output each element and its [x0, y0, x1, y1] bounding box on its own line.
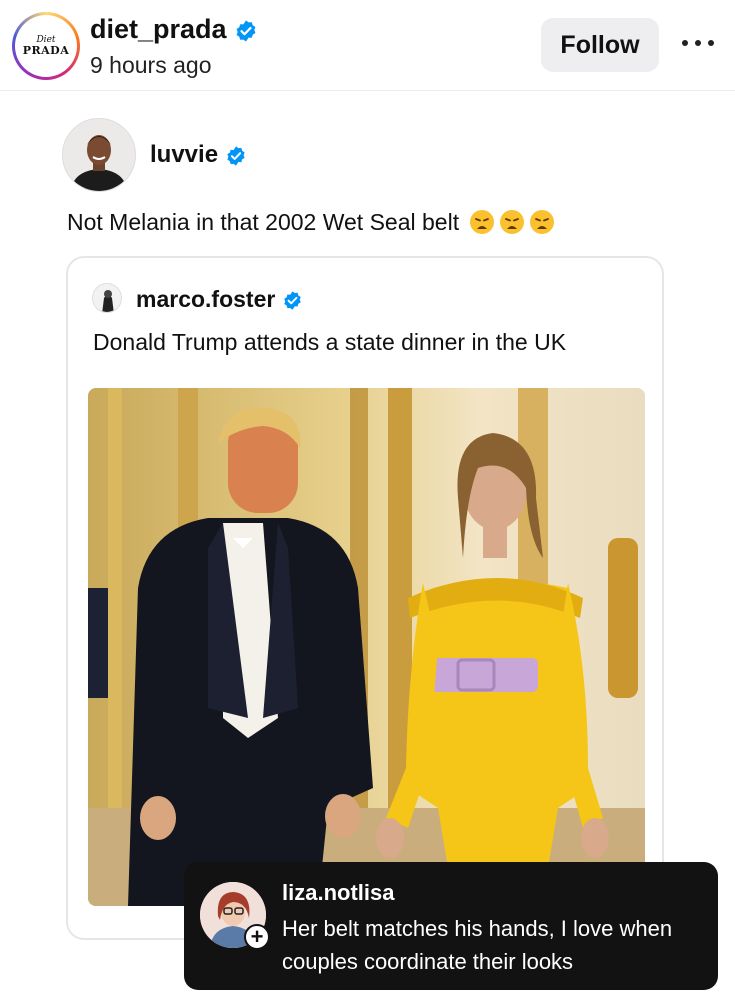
comment-text: Her belt matches his hands, I love when … — [282, 916, 673, 974]
comment-overlay[interactable]: + liza.notlisa Her belt matches his hand… — [184, 862, 718, 990]
more-options-icon[interactable] — [682, 40, 714, 50]
weary-face-emoji-icon — [470, 210, 495, 234]
quoted-post-card[interactable]: marco.foster Donald Trump attends a stat… — [66, 256, 664, 940]
account-name-text[interactable]: diet_prada — [90, 14, 227, 44]
verified-badge-icon — [236, 20, 256, 42]
post-header: Diet PRADA diet_prada 9 hours ago Follow — [0, 0, 735, 91]
account-name[interactable]: diet_prada — [90, 14, 258, 45]
post-time: 9 hours ago — [90, 52, 212, 78]
weary-face-emoji-icon — [500, 210, 525, 234]
post-author-username[interactable]: luvvie — [150, 141, 218, 168]
quoted-post-text: Donald Trump attends a state dinner in t… — [93, 329, 567, 355]
account-avatar[interactable]: Diet PRADA — [12, 12, 80, 80]
quoted-author-name[interactable]: marco.foster — [136, 286, 303, 313]
verified-badge-icon — [283, 291, 301, 311]
follow-button[interactable]: Follow — [541, 18, 659, 72]
verified-badge-icon — [227, 146, 245, 166]
add-icon[interactable]: + — [244, 924, 270, 950]
quoted-post-photo[interactable] — [88, 388, 645, 906]
weary-face-emoji-icon — [530, 210, 555, 234]
commenter-username[interactable]: liza.notlisa — [282, 880, 394, 906]
quoted-author-avatar[interactable] — [92, 283, 122, 313]
post-author-name[interactable]: luvvie — [150, 141, 247, 169]
post-caption-text: Not Melania in that 2002 Wet Seal belt — [67, 209, 460, 235]
post-author-avatar[interactable] — [62, 118, 136, 192]
diet-prada-logo: Diet PRADA — [22, 35, 70, 57]
post-caption: Not Melania in that 2002 Wet Seal belt — [67, 209, 555, 236]
quoted-author-username[interactable]: marco.foster — [136, 286, 275, 312]
